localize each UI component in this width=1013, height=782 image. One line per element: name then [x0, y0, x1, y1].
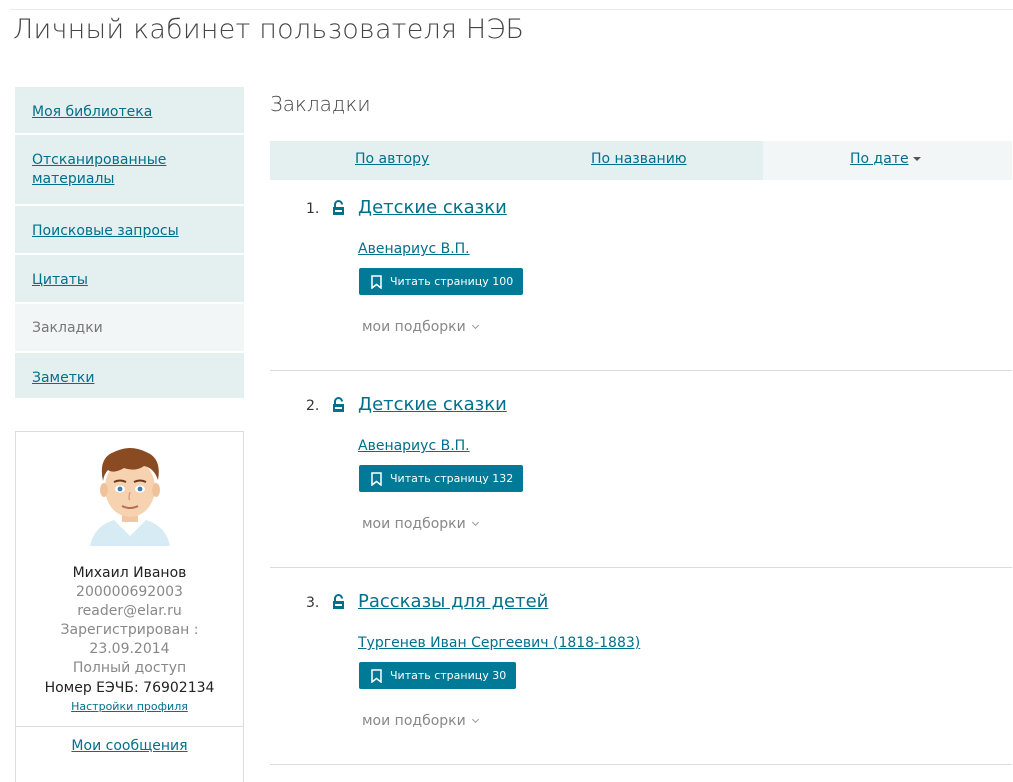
collections-dropdown[interactable]: мои подборки [362, 319, 479, 335]
sidebar-item-label: Закладки [32, 320, 103, 336]
top-divider [10, 9, 1013, 10]
item-author-link[interactable]: Авенариус В.П. [358, 241, 470, 257]
item-title-link[interactable]: Рассказы для детей [358, 591, 548, 612]
chevron-down-icon [471, 715, 479, 724]
profile-email: reader@elar.ru [77, 603, 182, 619]
item-title-link[interactable]: Детские сказки [358, 394, 507, 415]
sort-by-title[interactable]: По названию [591, 151, 687, 167]
sidebar-item-label[interactable]: Заметки [32, 370, 94, 386]
profile-registered-label: Зарегистрирован : [60, 622, 199, 638]
profile-eechb-number: Номер ЕЭЧБ: 76902134 [44, 680, 215, 696]
lock-open-icon [333, 594, 344, 609]
chevron-down-icon [471, 518, 479, 527]
item-title-link[interactable]: Детские сказки [358, 197, 507, 218]
profile-card: Михаил Иванов 200000692003 reader@elar.r… [15, 431, 244, 782]
read-page-button[interactable]: Читать страницу 132 [359, 465, 524, 492]
sidebar-menu: Моя библиотека Отсканированные материалы… [15, 87, 244, 400]
caret-down-icon [912, 157, 921, 161]
collections-dropdown[interactable]: мои подборки [362, 713, 479, 729]
bookmark-icon [371, 669, 382, 683]
sort-by-date[interactable]: По дате [850, 151, 909, 167]
profile-card-number: 200000692003 [76, 584, 183, 600]
read-page-label: Читать страницу 132 [390, 472, 514, 485]
bookmark-icon [371, 275, 382, 289]
sidebar-item-label[interactable]: Моя библиотека [32, 104, 152, 120]
item-divider [270, 567, 1012, 568]
bookmark-icon [371, 472, 382, 486]
item-divider [270, 764, 1012, 765]
collections-label: мои подборки [362, 713, 466, 729]
collections-dropdown[interactable]: мои подборки [362, 516, 479, 532]
lock-open-icon [333, 200, 344, 215]
sidebar-item-scanned[interactable]: Отсканированные материалы [15, 135, 244, 206]
avatar [89, 448, 170, 546]
item-author-link[interactable]: Тургенев Иван Сергеевич (1818-1883) [358, 635, 640, 651]
sidebar-item-bookmarks[interactable]: Закладки [15, 304, 244, 353]
read-page-button[interactable]: Читать страницу 30 [359, 662, 517, 689]
messages-link[interactable]: Мои сообщения [71, 738, 187, 754]
item-divider [270, 370, 1012, 371]
sort-bar: По автору По названию По дате [270, 141, 1012, 180]
item-number: 1. [306, 201, 320, 217]
collections-label: мои подборки [362, 319, 466, 335]
sidebar-item-my-library[interactable]: Моя библиотека [15, 87, 244, 135]
item-number: 3. [306, 595, 320, 611]
sidebar-item-label[interactable]: Цитаты [32, 272, 88, 288]
chevron-down-icon [471, 321, 479, 330]
read-page-label: Читать страницу 30 [390, 669, 507, 682]
page-title: Личный кабинет пользователя НЭБ [13, 14, 525, 45]
sidebar-item-label[interactable]: Отсканированные материалы [32, 152, 166, 187]
section-title: Закладки [270, 92, 371, 116]
lock-open-icon [333, 397, 344, 412]
profile-access: Полный доступ [72, 660, 187, 676]
read-page-button[interactable]: Читать страницу 100 [359, 268, 524, 295]
read-page-label: Читать страницу 100 [390, 275, 514, 288]
sort-by-author[interactable]: По автору [355, 151, 429, 167]
sidebar-item-label[interactable]: Поисковые запросы [32, 223, 179, 239]
sidebar-item-search-queries[interactable]: Поисковые запросы [15, 206, 244, 255]
item-author-link[interactable]: Авенариус В.П. [358, 438, 470, 454]
sidebar-item-quotes[interactable]: Цитаты [15, 255, 244, 304]
profile-divider [16, 726, 243, 727]
profile-registered-date: 23.09.2014 [89, 641, 170, 657]
item-number: 2. [306, 398, 320, 414]
collections-label: мои подборки [362, 516, 466, 532]
profile-settings-link[interactable]: Настройки профиля [71, 700, 188, 713]
sidebar-item-notes[interactable]: Заметки [15, 353, 244, 400]
profile-name: Михаил Иванов [72, 565, 187, 581]
